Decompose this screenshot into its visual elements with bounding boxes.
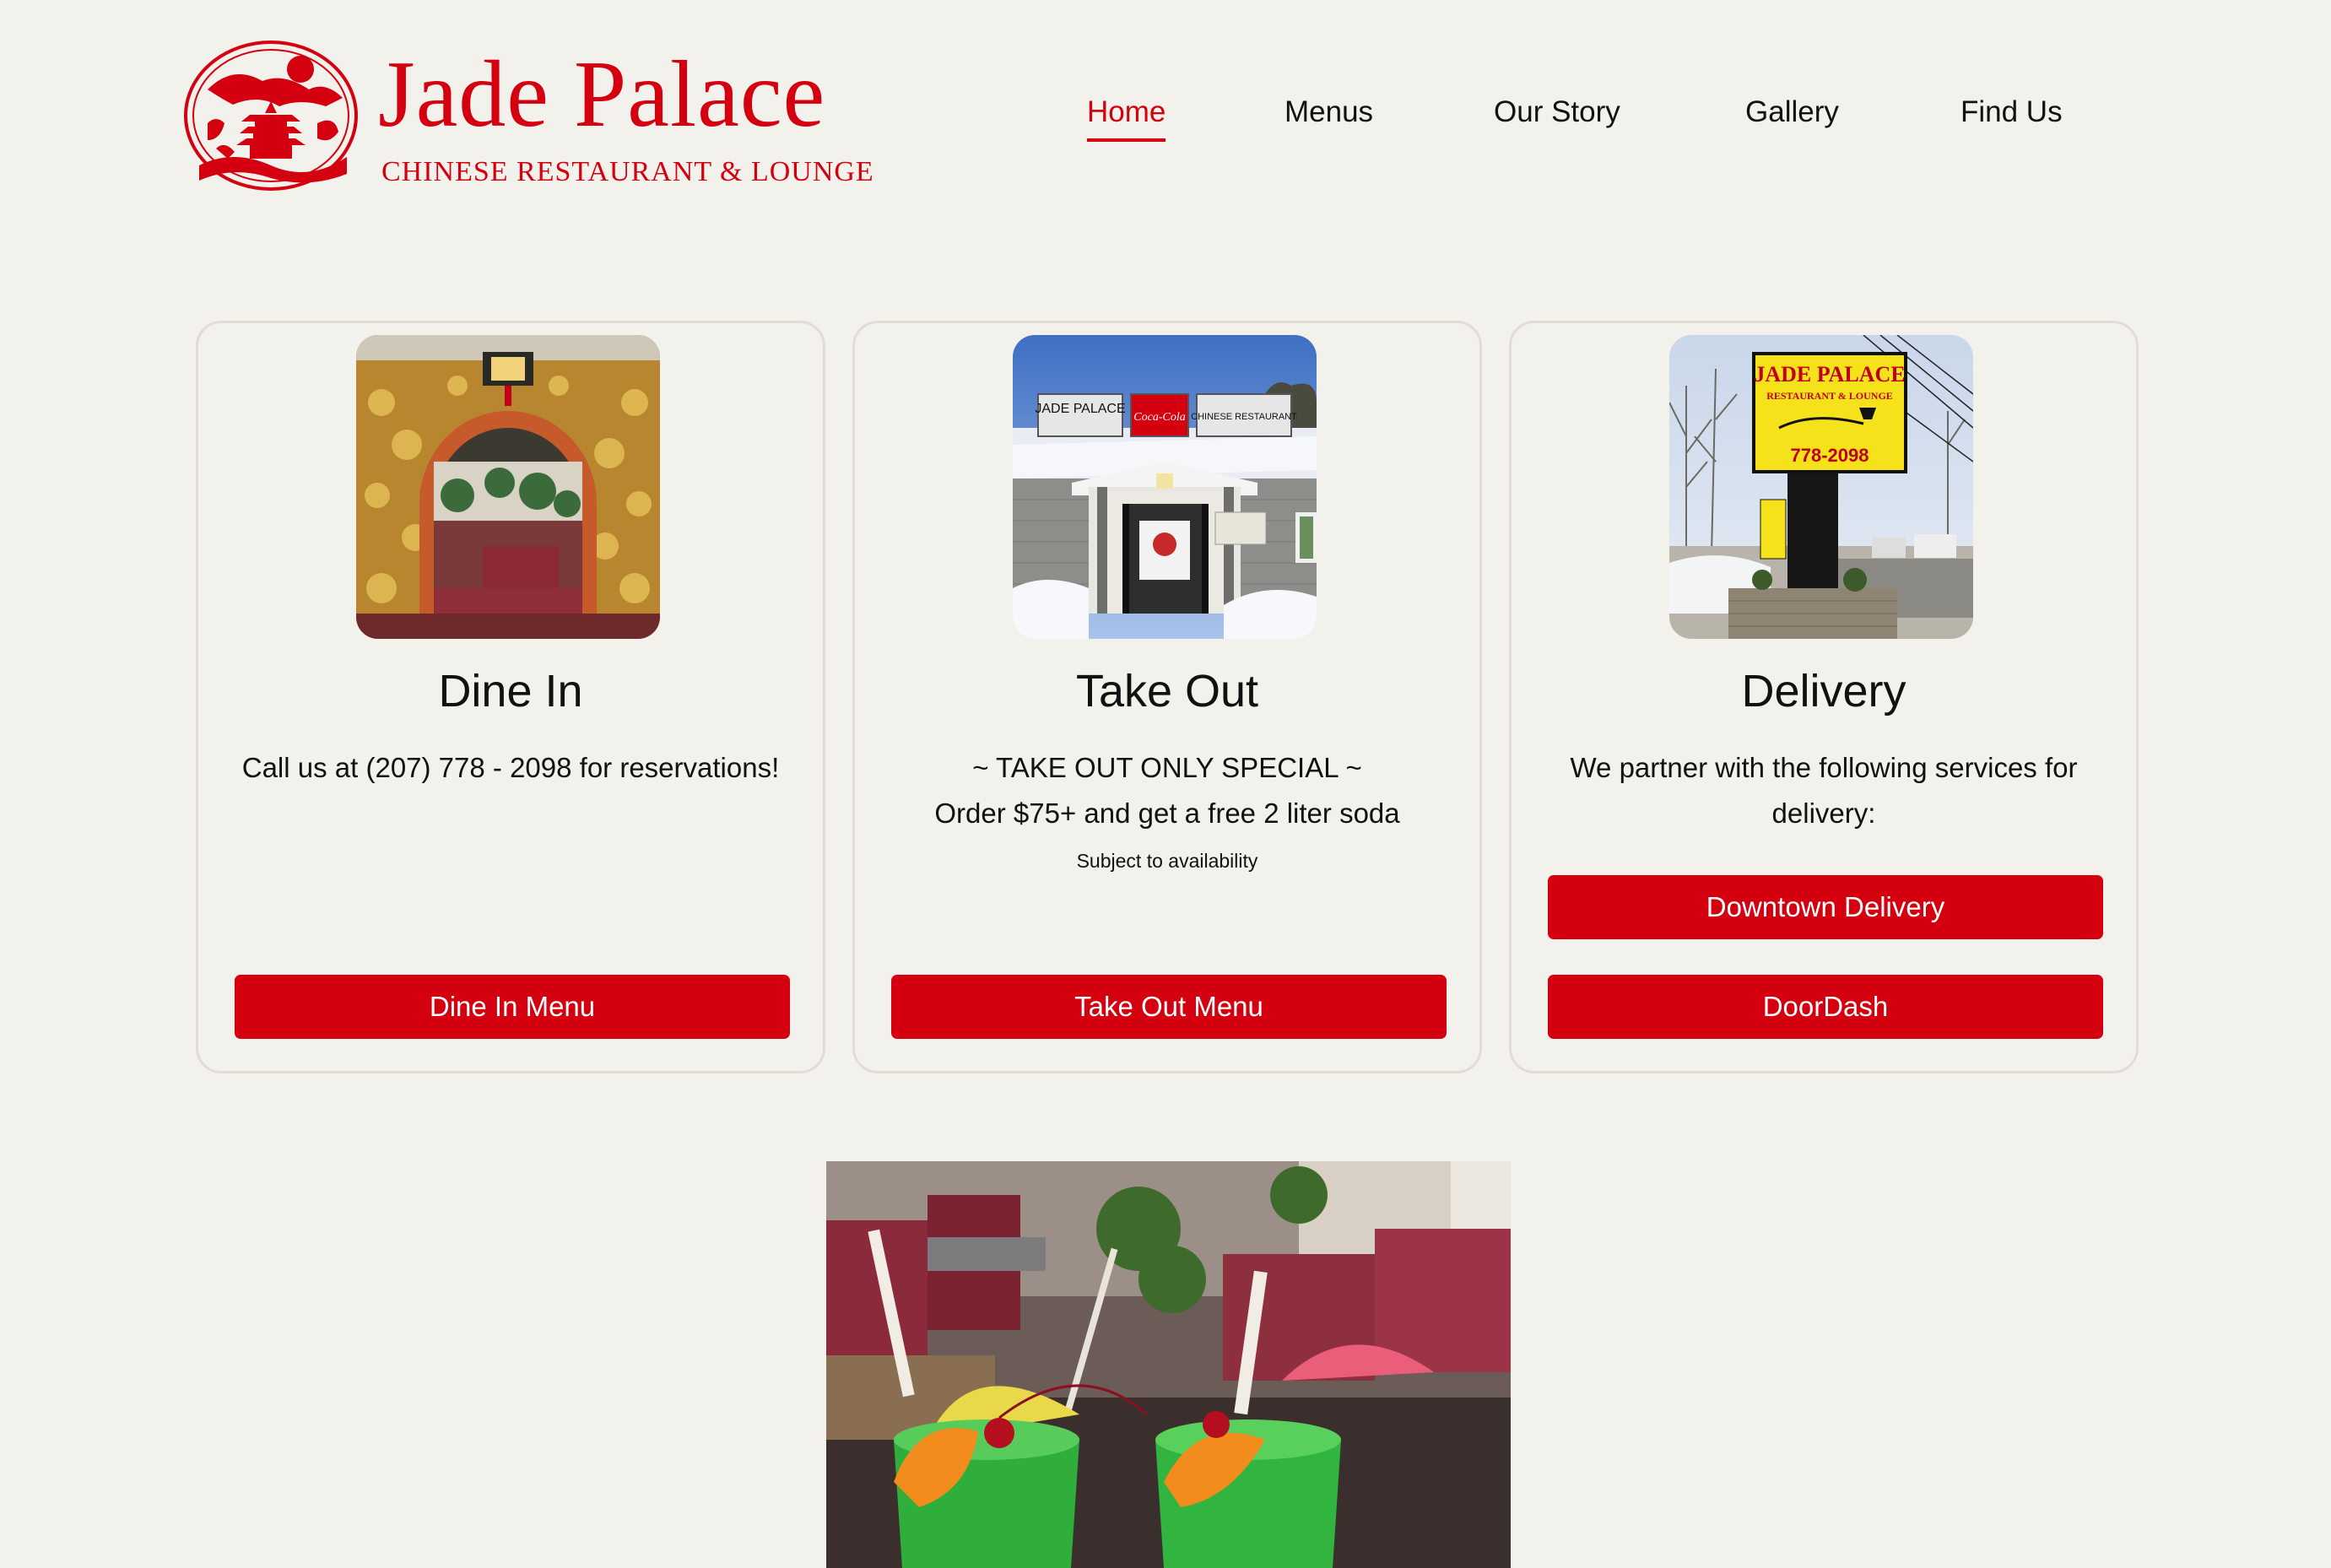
brand-tagline: CHINESE RESTAURANT & LOUNGE [381, 156, 874, 187]
downtown-delivery-button[interactable]: Downtown Delivery [1548, 875, 2103, 939]
delivery-sign-subtitle: RESTAURANT & LOUNGE [1766, 390, 1893, 402]
delivery-card: JADE PALACE RESTAURANT & LOUNGE 778-2098… [1509, 321, 2139, 1073]
sign-right-text: CHINESE RESTAURANT [1191, 412, 1297, 422]
nav-find-us[interactable]: Find Us [1961, 91, 2063, 133]
take-out-special: ~ TAKE OUT ONLY SPECIAL ~ Order $75+ and… [880, 745, 1454, 836]
sign-center-text: Coca-Cola [1133, 411, 1185, 424]
nav-gallery[interactable]: Gallery [1745, 91, 1839, 133]
cocktails-photo [826, 1161, 1511, 1568]
take-out-note: Subject to availability [1076, 850, 1258, 872]
main-nav: Home Menus Our Story Gallery Find Us [0, 91, 2331, 150]
delivery-sign-phone: 778-2098 [1791, 445, 1869, 466]
take-out-special-offer: Order $75+ and get a free 2 liter soda [934, 798, 1400, 829]
nav-our-story[interactable]: Our Story [1494, 91, 1620, 133]
site-header: Jade Palace CHINESE RESTAURANT & LOUNGE … [0, 0, 2331, 219]
dine-in-title: Dine In [438, 666, 583, 716]
dine-in-card: Dine In Call us at (207) 778 - 2098 for … [196, 321, 825, 1073]
nav-home[interactable]: Home [1087, 91, 1166, 142]
dine-in-menu-button[interactable]: Dine In Menu [235, 975, 790, 1039]
sign-left-text: JADE PALACE [1035, 402, 1125, 416]
take-out-special-heading: ~ TAKE OUT ONLY SPECIAL ~ [972, 752, 1362, 783]
delivery-text: We partner with the following services f… [1570, 752, 2078, 829]
nav-menus[interactable]: Menus [1284, 91, 1373, 133]
take-out-title: Take Out [1075, 666, 1259, 716]
delivery-sign-name: JADE PALACE [1754, 362, 1905, 387]
delivery-title: Delivery [1741, 666, 1906, 716]
dine-in-photo [356, 335, 660, 639]
dine-in-text: Call us at (207) 778 - 2098 for reservat… [241, 752, 780, 783]
doordash-button[interactable]: DoorDash [1548, 975, 2103, 1039]
take-out-photo: JADE PALACE Coca-Cola CHINESE RESTAURANT [1013, 335, 1317, 639]
take-out-card: JADE PALACE Coca-Cola CHINESE RESTAURANT… [852, 321, 1482, 1073]
take-out-menu-button[interactable]: Take Out Menu [891, 975, 1447, 1039]
delivery-photo: JADE PALACE RESTAURANT & LOUNGE 778-2098 [1669, 335, 1973, 639]
